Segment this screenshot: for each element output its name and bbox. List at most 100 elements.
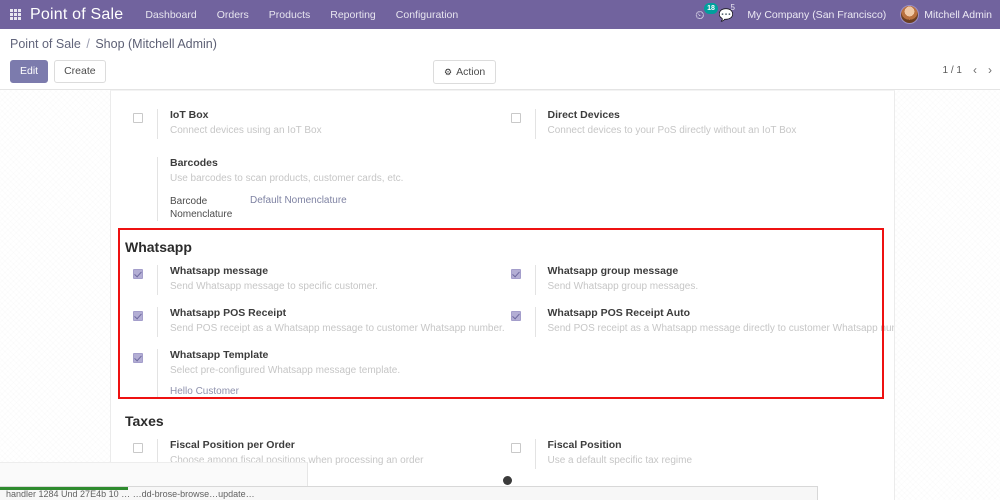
whatsapp-group-message-text: Whatsapp group message Send Whatsapp gro… [534, 265, 881, 296]
pager-value: 1 / 1 [942, 64, 962, 76]
barcode-nomenclature-label: Barcode Nomenclature [170, 196, 233, 221]
barcode-nomenclature-value[interactable]: Default Nomenclature [250, 195, 347, 206]
taxes-section: Taxes Fiscal Position per Order Choose a… [125, 413, 881, 470]
bottom-dot-marker [503, 476, 512, 485]
setting-barcodes: Barcodes Use barcodes to scan products, … [125, 157, 503, 222]
barcode-nomenclature-row: Barcode Nomenclature Default Nomenclatur… [170, 195, 503, 221]
navbar-right-zone: ⏲ 18 💬 5 My Company (San Francisco) Mitc… [695, 2, 1000, 24]
whatsapp-pos-receipt-auto-label: Whatsapp POS Receipt Auto [547, 307, 691, 320]
clock-activity-icon: ⏲ [695, 7, 705, 22]
taxes-section-title: Taxes [125, 413, 164, 430]
whatsapp-row-2: Whatsapp POS Receipt Send POS receipt as… [125, 307, 894, 338]
edit-button[interactable]: Edit [10, 60, 49, 83]
whatsapp-row-1: Whatsapp message Send Whatsapp message t… [125, 265, 881, 296]
whatsapp-message-checkbox[interactable] [133, 269, 143, 280]
company-switcher[interactable]: My Company (San Francisco) [747, 9, 886, 21]
fiscal-position-per-order-checkbox[interactable] [133, 443, 143, 454]
whatsapp-template-text: Whatsapp Template Select pre-configured … [157, 349, 503, 398]
download-status-bar[interactable]: handler 1284 Und 27E4b 10 … …dd-brose-br… [0, 486, 818, 500]
apps-grid-icon[interactable] [0, 0, 30, 29]
iot-box-checkbox[interactable] [133, 113, 143, 123]
user-menu[interactable]: Mitchell Admin [900, 5, 992, 24]
breadcrumb-root[interactable]: Point of Sale [10, 37, 81, 51]
whatsapp-group-message-label: Whatsapp group message [547, 265, 679, 278]
main-menu: Dashboard Orders Products Reporting Conf… [145, 9, 458, 21]
fiscal-position-per-order-label: Fiscal Position per Order [170, 439, 295, 452]
whatsapp-template-checkbox[interactable] [133, 353, 143, 364]
direct-devices-checkbox[interactable] [510, 113, 521, 123]
messages-menu[interactable]: 💬 5 [718, 3, 734, 21]
avatar [900, 5, 920, 24]
whatsapp-template-value-link[interactable]: Hello Customer [170, 386, 503, 397]
whatsapp-pos-receipt-checkbox[interactable] [133, 311, 143, 322]
whatsapp-message-text: Whatsapp message Send Whatsapp message t… [157, 265, 503, 296]
direct-devices-text: Direct Devices Connect devices to your P… [534, 109, 881, 139]
setting-whatsapp-template[interactable]: Whatsapp Template Select pre-configured … [125, 349, 503, 398]
action-button[interactable]: ⚙ Action [433, 60, 497, 84]
application-window: Point of Sale Dashboard Orders Products … [0, 0, 1000, 500]
menu-item-configuration[interactable]: Configuration [396, 9, 458, 21]
breadcrumb-separator: / [86, 37, 90, 51]
download-status-text: handler 1284 Und 27E4b 10 … …dd-brose-br… [6, 489, 255, 499]
whatsapp-pos-receipt-desc: Send POS receipt as a Whatsapp message t… [170, 323, 505, 335]
whatsapp-message-label: Whatsapp message [170, 265, 269, 278]
control-panel: Point of Sale / Shop (Mitchell Admin) Ed… [0, 29, 1000, 90]
setting-whatsapp-pos-receipt-auto[interactable]: Whatsapp POS Receipt Auto Send POS recei… [503, 307, 894, 338]
whatsapp-section-title: Whatsapp [125, 239, 192, 256]
iot-box-desc: Connect devices using an IoT Box [170, 125, 322, 137]
iot-box-text: IoT Box Connect devices using an IoT Box [157, 109, 503, 139]
whatsapp-pos-receipt-text: Whatsapp POS Receipt Send POS receipt as… [157, 307, 505, 338]
settings-sheet: IoT Box Connect devices using an IoT Box… [110, 90, 895, 500]
setting-fiscal-position[interactable]: Fiscal Position Use a default specific t… [503, 439, 881, 470]
direct-devices-desc: Connect devices to your PoS directly wit… [547, 125, 797, 137]
setting-iot-box[interactable]: IoT Box Connect devices using an IoT Box [125, 109, 503, 139]
settings-inner: IoT Box Connect devices using an IoT Box… [111, 109, 894, 497]
user-menu-label: Mitchell Admin [924, 8, 992, 21]
fiscal-position-text: Fiscal Position Use a default specific t… [534, 439, 881, 470]
barcodes-right-empty [503, 157, 881, 221]
barcodes-label: Barcodes [170, 157, 218, 169]
app-brand-title: Point of Sale [30, 5, 124, 23]
whatsapp-pos-receipt-auto-checkbox[interactable] [510, 311, 521, 322]
action-button-label: Action [456, 66, 486, 78]
whatsapp-row-3: Whatsapp Template Select pre-configured … [125, 349, 881, 398]
iot-box-label: IoT Box [170, 109, 209, 121]
chevron-left-icon[interactable]: ‹ [973, 63, 977, 77]
whatsapp-pos-receipt-auto-text: Whatsapp POS Receipt Auto Send POS recei… [534, 307, 895, 338]
whatsapp-group-message-desc: Send Whatsapp group messages. [547, 281, 699, 293]
activities-menu[interactable]: ⏲ 18 [695, 2, 718, 22]
fiscal-position-checkbox[interactable] [510, 443, 521, 454]
setting-whatsapp-message[interactable]: Whatsapp message Send Whatsapp message t… [125, 265, 503, 296]
record-buttons: Edit Create [10, 60, 106, 83]
devices-row: IoT Box Connect devices using an IoT Box… [125, 109, 880, 139]
direct-devices-label: Direct Devices [547, 109, 620, 121]
breadcrumb: Point of Sale / Shop (Mitchell Admin) [10, 37, 217, 51]
create-button[interactable]: Create [54, 60, 106, 83]
breadcrumb-current: Shop (Mitchell Admin) [95, 37, 217, 51]
pager: 1 / 1 ‹ › [943, 63, 992, 77]
gear-icon: ⚙ [444, 66, 453, 77]
setting-whatsapp-pos-receipt[interactable]: Whatsapp POS Receipt Send POS receipt as… [125, 307, 505, 338]
top-navbar: Point of Sale Dashboard Orders Products … [0, 0, 1000, 29]
fiscal-position-label: Fiscal Position [547, 439, 622, 452]
whatsapp-row-3-right-empty [503, 349, 881, 397]
activities-count-badge: 18 [704, 2, 718, 14]
menu-item-products[interactable]: Products [269, 9, 310, 21]
whatsapp-pos-receipt-auto-desc: Send POS receipt as a Whatsapp message d… [547, 323, 895, 335]
messages-count-badge: 5 [730, 2, 735, 12]
barcodes-desc: Use barcodes to scan products, customer … [170, 173, 404, 185]
whatsapp-pos-receipt-label: Whatsapp POS Receipt [170, 307, 287, 320]
chevron-right-icon[interactable]: › [988, 63, 992, 77]
whatsapp-template-desc: Select pre-configured Whatsapp message t… [170, 365, 401, 377]
setting-whatsapp-group-message[interactable]: Whatsapp group message Send Whatsapp gro… [503, 265, 881, 296]
menu-item-orders[interactable]: Orders [217, 9, 249, 21]
menu-item-reporting[interactable]: Reporting [330, 9, 376, 21]
whatsapp-template-label: Whatsapp Template [170, 349, 269, 362]
fiscal-position-desc: Use a default specific tax regime [547, 455, 693, 467]
whatsapp-message-desc: Send Whatsapp message to specific custom… [170, 281, 378, 293]
barcodes-text: Barcodes Use barcodes to scan products, … [157, 157, 503, 222]
setting-direct-devices[interactable]: Direct Devices Connect devices to your P… [503, 109, 881, 139]
apps-grid-glyph [9, 9, 21, 20]
whatsapp-group-message-checkbox[interactable] [510, 269, 521, 280]
menu-item-dashboard[interactable]: Dashboard [145, 9, 196, 21]
